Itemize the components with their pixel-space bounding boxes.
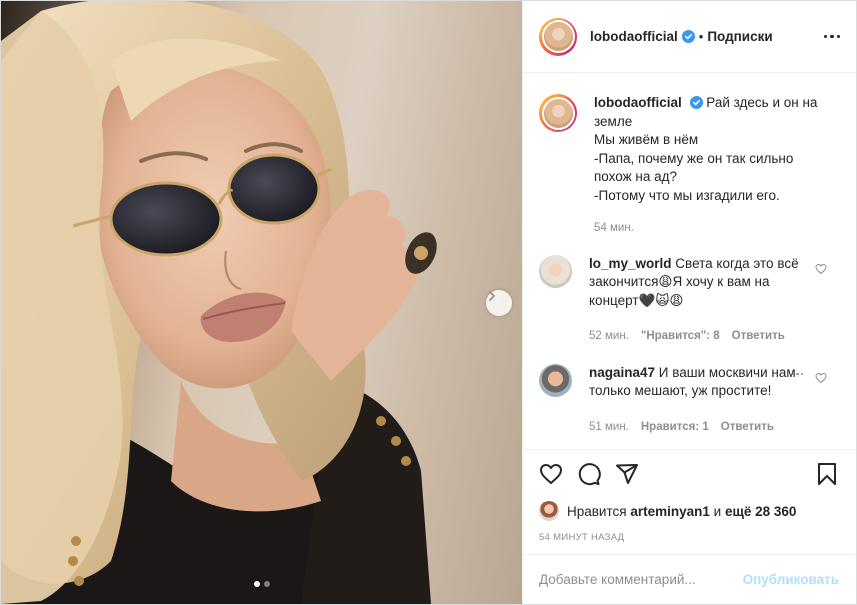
bookmark-icon[interactable] [815,462,839,486]
likes-summary: Нравится arteminyan1 и ещё 28 360 [539,501,839,521]
liker-username[interactable]: arteminyan1 [630,504,710,519]
caption-line: похож на ад? [594,169,678,184]
caption-line: -Папа, почему же он так сильно [594,150,794,166]
comment-input[interactable] [539,572,743,587]
reply-button[interactable]: Ответить [732,327,785,346]
likes-prefix: Нравится [567,503,627,519]
caption-time[interactable]: 54 мин. [594,219,634,238]
more-options-icon[interactable] [818,29,840,45]
portrait-illustration [1,1,437,604]
comment-more-icon[interactable] [791,372,803,375]
post-header: lobodaofficial • Подписки [523,1,856,73]
commenter-avatar[interactable] [539,254,572,288]
caption-line: земле [594,113,633,129]
reply-button[interactable]: Ответить [721,418,774,437]
comment-time[interactable]: 51 мин. [589,418,629,437]
caption-avatar[interactable] [539,94,577,132]
commenter-avatar[interactable] [539,363,572,397]
comment-likes[interactable]: "Нравится": 8 [641,327,720,346]
caption-line: -Потому что мы изгадили его. [594,187,780,203]
add-comment-bar: Опубликовать [523,554,855,604]
comments-list[interactable]: lobodaofficial Рай здесь и он на земле М… [523,74,855,448]
verified-badge-icon [681,30,695,43]
verified-badge-icon [689,96,703,109]
share-icon[interactable] [615,462,639,486]
comment-icon[interactable] [577,462,601,486]
chevron-right-icon [489,291,495,301]
liker-avatar[interactable] [539,501,559,521]
comment-heart-icon[interactable] [815,372,827,384]
post-side-panel: lobodaofficial • Подписки lobodaofficial… [522,1,856,604]
post-actions: Нравится arteminyan1 и ещё 28 360 54 МИН… [523,449,855,561]
comment-time[interactable]: 52 мин. [589,327,629,346]
post-timestamp[interactable]: 54 МИНУТ НАЗАД [539,532,839,543]
header-username[interactable]: lobodaofficial [590,29,678,44]
profile-avatar[interactable] [539,17,577,56]
caption-line: Мы живём в нём [594,132,699,147]
comment-heart-icon[interactable] [815,263,827,275]
likes-count[interactable]: ещё 28 360 [725,504,796,519]
caption: lobodaofficial Рай здесь и он на земле М… [539,94,839,238]
comment-item: nagaina47 И ваши москвичи нам только меш… [539,363,839,437]
following-button[interactable]: Подписки [707,29,772,44]
comment-username[interactable]: nagaina47 [589,365,655,380]
post-photo[interactable] [1,1,522,604]
caption-username[interactable]: lobodaofficial [594,95,682,110]
caption-line: Рай здесь и он на [706,95,818,110]
publish-button[interactable]: Опубликовать [743,572,839,587]
carousel-indicator [1,581,522,587]
next-photo-button[interactable] [486,290,512,316]
post-dialog: lobodaofficial • Подписки lobodaofficial… [0,0,857,605]
comment-likes[interactable]: Нравится: 1 [641,418,709,437]
heart-icon[interactable] [539,462,563,486]
carousel-dot-active [253,581,260,587]
carousel-dot [263,581,270,587]
comment-username[interactable]: lo_my_world [589,256,672,271]
comment-item: lo_my_world Света когда это всё закончит… [539,254,839,346]
header-separator: • [698,29,704,44]
likes-conjunction: и [713,503,722,519]
